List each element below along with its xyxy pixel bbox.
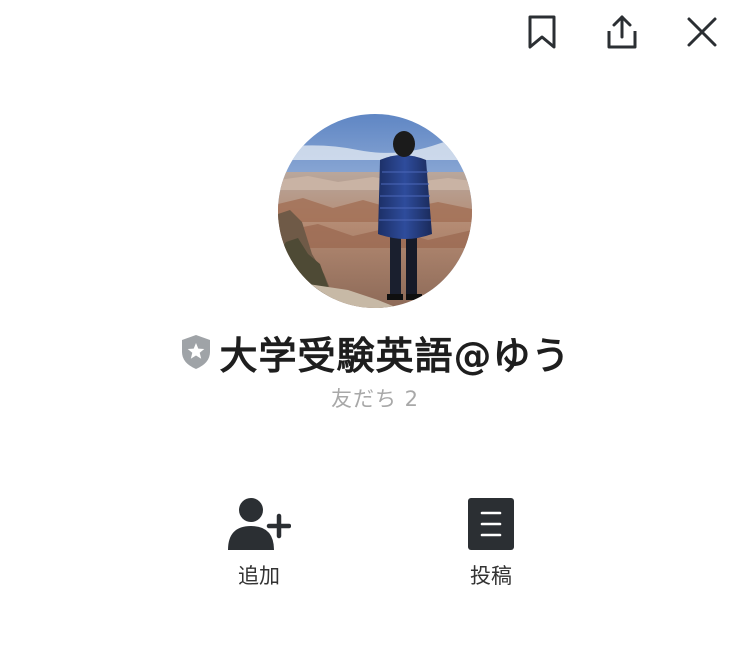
post-button[interactable]: 投稿 <box>431 494 551 590</box>
add-friend-label: 追加 <box>238 564 280 588</box>
account-name: 大学受験英語@ゆう <box>219 333 571 378</box>
add-friend-button[interactable]: 追加 <box>199 494 319 590</box>
profile-photo <box>278 114 472 308</box>
shield-star-icon <box>179 333 213 371</box>
bookmark-button[interactable] <box>520 10 564 54</box>
share-icon <box>607 15 637 49</box>
friend-count: 友だち 2 <box>330 387 420 411</box>
profile-name-row: 大学受験英語@ゆう <box>0 326 750 378</box>
avatar[interactable] <box>278 114 472 308</box>
post-label: 投稿 <box>470 564 512 588</box>
bookmark-icon <box>528 15 556 49</box>
post-icon <box>459 494 523 554</box>
close-icon <box>687 17 717 47</box>
close-button[interactable] <box>680 10 724 54</box>
add-friend-icon <box>227 494 291 554</box>
share-button[interactable] <box>600 10 644 54</box>
profile-screen: 大学受験英語@ゆう 友だち 2 追加 投稿 <box>0 0 750 648</box>
